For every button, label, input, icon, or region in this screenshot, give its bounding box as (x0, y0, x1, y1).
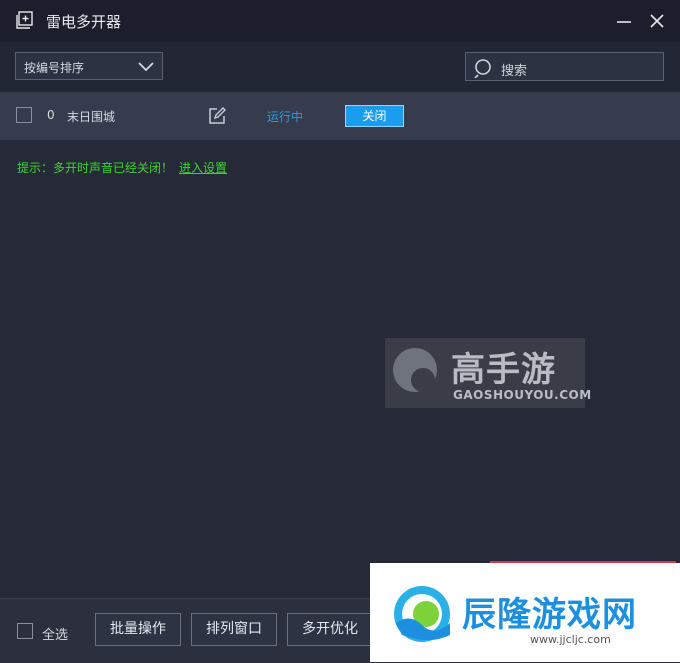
instance-name: 末日围城 (67, 110, 116, 124)
chevron-down-icon (138, 62, 154, 72)
watermark-logo: 高手游 GAOSHOUYOU.COM (385, 338, 591, 408)
edit-icon[interactable] (208, 107, 226, 125)
window-title: 雷电多开器 (46, 13, 122, 31)
settings-link[interactable]: 进入设置 (179, 159, 227, 176)
instance-id: 0 (47, 108, 55, 122)
search-placeholder: 搜索 (501, 64, 528, 79)
batch-operation-button[interactable]: 批量操作 (95, 613, 181, 646)
app-icon (16, 11, 33, 29)
instance-row[interactable]: 0 末日围城 运行中 关闭 (0, 92, 680, 140)
watermark-en: GAOSHOUYOU.COM (453, 388, 592, 402)
ad-logo-icon (394, 586, 450, 642)
instance-status: 运行中 (267, 110, 304, 124)
multi-optimize-button[interactable]: 多开优化 (287, 613, 373, 646)
close-instance-button[interactable]: 关闭 (345, 105, 404, 127)
select-all-label: 全选 (42, 628, 69, 643)
search-icon (474, 59, 491, 78)
arrange-windows-button[interactable]: 排列窗口 (191, 613, 277, 646)
ad-url: www.jjcljc.com (530, 633, 611, 646)
watermark-cn: 高手游 (451, 350, 556, 390)
watermark-logo-icon (393, 348, 437, 392)
ad-title: 辰隆游戏网 (462, 595, 637, 635)
sort-select[interactable]: 按编号排序 (15, 52, 163, 80)
ad-watermark: 辰隆游戏网 www.jjcljc.com (370, 563, 680, 662)
title-bar: 雷电多开器 (0, 0, 680, 42)
row-checkbox[interactable] (16, 107, 32, 123)
close-icon[interactable] (648, 12, 666, 30)
minimize-icon[interactable] (615, 12, 633, 30)
sort-select-label: 按编号排序 (24, 61, 85, 75)
toolbar: 按编号排序 搜索 (0, 42, 680, 92)
select-all-checkbox[interactable] (17, 623, 33, 639)
search-input[interactable]: 搜索 (465, 52, 664, 81)
hint-text: 提示：多开时声音已经关闭！ (17, 161, 174, 175)
